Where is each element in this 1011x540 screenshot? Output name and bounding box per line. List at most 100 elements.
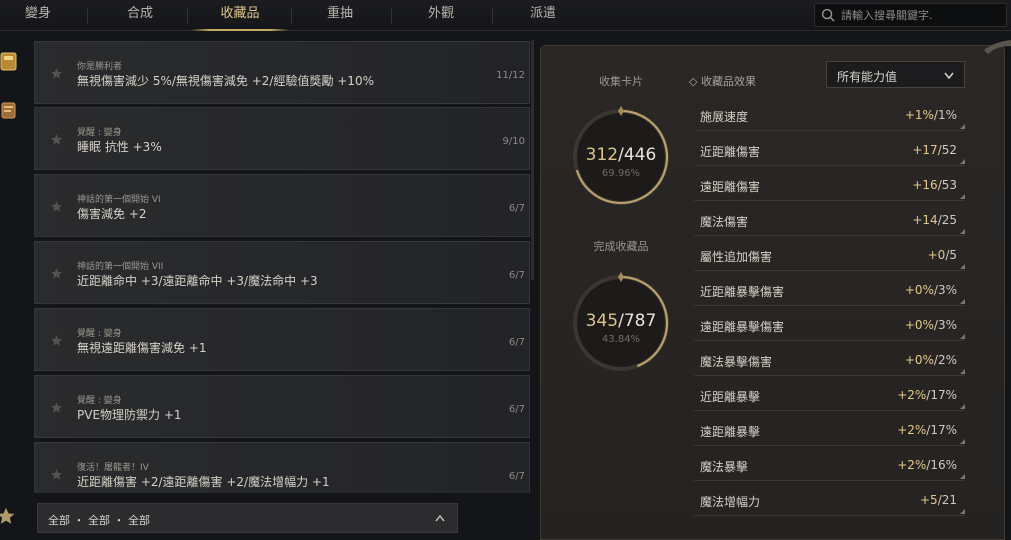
top-tab-bar: 變身 合成 收藏品 重抽 外觀 派遣 <box>0 0 1011 31</box>
collections-total: /787 <box>618 311 657 331</box>
collection-list: 你是勝利者 無視傷害減少 5%/無視傷害減免 +2/經驗值獎勵 +10% 11/… <box>34 31 530 493</box>
star-icon[interactable] <box>50 468 63 481</box>
corner-triangle-icon <box>960 439 965 444</box>
stat-name: 施展速度 <box>700 110 749 124</box>
stat-value: +2%/17% <box>897 388 957 402</box>
stat-current: +16 <box>912 178 938 192</box>
corner-triangle-icon <box>960 124 965 129</box>
stat-value: +14/25 <box>912 213 957 227</box>
stat-filter-dropdown[interactable]: 所有能力值 <box>826 61 965 88</box>
scroll-icon[interactable] <box>0 99 18 121</box>
stat-max: /2% <box>933 353 957 367</box>
search-input[interactable] <box>841 6 1001 24</box>
stat-name: 近距離傷害 <box>700 145 761 159</box>
tab-collection[interactable]: 收藏品 <box>190 0 290 31</box>
chevron-up-icon <box>435 514 445 522</box>
item-progress: 9/10 <box>502 136 525 147</box>
list-item[interactable]: 覺醒 : 變身 無視遠距離傷害減免 +1 6/7 <box>34 308 530 371</box>
stat-max: /52 <box>937 143 957 157</box>
tab-divider <box>187 8 188 24</box>
corner-triangle-icon <box>960 194 965 199</box>
stat-row: 魔法暴擊 +2%/16% <box>694 451 965 481</box>
stat-current: +17 <box>912 143 938 157</box>
list-item[interactable]: 神話的第一個開始 VI 傷害減免 +2 6/7 <box>34 174 530 237</box>
stat-name: 近距離暴擊 <box>700 390 761 404</box>
stat-row: 施展速度 +1%/1% <box>694 101 965 131</box>
list-item[interactable]: 復活！屠龍者！IV 近距離傷害 +2/遠距離傷害 +2/魔法增幅力 +1 6/7 <box>34 442 530 493</box>
star-icon[interactable] <box>50 200 63 213</box>
stat-value: +0%/3% <box>905 283 957 297</box>
stat-max: /3% <box>933 318 957 332</box>
star-icon[interactable] <box>50 267 63 280</box>
tab-appearance[interactable]: 外觀 <box>391 0 491 31</box>
collections-percent: 43.84% <box>601 334 641 345</box>
stat-max: /17% <box>926 423 957 437</box>
stat-current: +1% <box>904 108 934 122</box>
book-gold-icon[interactable] <box>0 50 18 72</box>
stat-value: +17/52 <box>912 143 957 157</box>
item-progress: 6/7 <box>508 203 525 214</box>
item-progress: 6/7 <box>508 471 525 482</box>
stat-current: +5 <box>919 493 938 507</box>
tab-divider <box>87 8 88 24</box>
item-category: 神話的第一個開始 VI <box>77 195 161 205</box>
stat-row: 近距離傷害 +17/52 <box>694 136 965 166</box>
item-category: 你是勝利者 <box>77 62 123 72</box>
stat-name: 遠距離暴擊 <box>700 425 761 439</box>
stat-value: +16/53 <box>912 178 957 192</box>
search-icon[interactable] <box>821 8 836 23</box>
tab-transform[interactable]: 變身 <box>0 0 88 31</box>
list-item[interactable]: 覺醒 : 變身 睡眠 抗性 +3% 9/10 <box>34 107 530 170</box>
star-icon[interactable] <box>50 334 63 347</box>
stat-name: 魔法增幅力 <box>700 495 761 509</box>
tab-dispatch[interactable]: 派遣 <box>493 0 593 31</box>
item-description: 無視傷害減少 5%/無視傷害減免 +2/經驗值獎勵 +10% <box>77 74 374 88</box>
star-icon[interactable] <box>50 401 63 414</box>
stat-current: +0% <box>904 318 934 332</box>
corner-triangle-icon <box>960 474 965 479</box>
stat-current: +2% <box>897 423 927 437</box>
collections-count: 345/787 <box>566 311 676 331</box>
star-icon[interactable] <box>50 133 63 146</box>
item-category: 神話的第一個開始 VII <box>77 262 164 272</box>
list-scrollbar[interactable] <box>531 40 534 280</box>
stat-current: +0 <box>927 248 946 262</box>
list-item[interactable]: 神話的第一個開始 VII 近距離命中 +3/遠距離命中 +3/魔法命中 +3 6… <box>34 241 530 304</box>
stat-row: 遠距離暴擊 +2%/17% <box>694 416 965 446</box>
list-item[interactable]: 你是勝利者 無視傷害減少 5%/無視傷害減免 +2/經驗值獎勵 +10% 11/… <box>34 41 530 104</box>
search-box <box>814 3 1007 27</box>
cards-label: 收集卡片 <box>599 75 643 88</box>
item-progress: 6/7 <box>508 270 525 281</box>
stat-value: +0%/3% <box>905 318 957 332</box>
item-progress: 6/7 <box>508 337 525 348</box>
tab-reroll[interactable]: 重抽 <box>290 0 390 31</box>
item-category: 覺醒 : 變身 <box>77 128 122 138</box>
stat-name: 魔法暴擊 <box>700 460 749 474</box>
corner-triangle-icon <box>960 229 965 234</box>
tab-synthesis[interactable]: 合成 <box>90 0 190 31</box>
favorite-star-icon[interactable] <box>0 506 16 526</box>
stat-max: /17% <box>926 388 957 402</box>
stat-value: +0%/2% <box>905 353 957 367</box>
stat-current: +14 <box>912 213 938 227</box>
item-progress: 6/7 <box>508 404 525 415</box>
item-category: 復活！屠龍者！IV <box>77 463 149 473</box>
item-description: 無視遠距離傷害減免 +1 <box>77 341 207 355</box>
stat-name: 魔法暴擊傷害 <box>700 355 773 369</box>
corner-triangle-icon <box>960 264 965 269</box>
star-icon[interactable] <box>50 67 63 80</box>
stat-row: 遠距離傷害 +16/53 <box>694 171 965 201</box>
filter-dropdown[interactable]: 全部 ・ 全部 ・ 全部 <box>37 503 458 533</box>
list-item[interactable]: 覺醒 : 變身 PVE物理防禦力 +1 6/7 <box>34 375 530 438</box>
stat-value: +5/21 <box>920 493 957 507</box>
corner-triangle-icon <box>960 159 965 164</box>
cards-count: 312/446 <box>566 145 676 165</box>
collections-label: 完成收藏品 <box>593 240 649 253</box>
stat-max: /3% <box>933 283 957 297</box>
stat-current: +0% <box>904 353 934 367</box>
stat-max: /25 <box>937 213 957 227</box>
stat-row: 屬性追加傷害 +0/5 <box>694 241 965 271</box>
corner-triangle-icon <box>960 404 965 409</box>
item-description: 近距離傷害 +2/遠距離傷害 +2/魔法增幅力 +1 <box>77 475 330 489</box>
stat-name: 遠距離暴擊傷害 <box>700 320 785 334</box>
